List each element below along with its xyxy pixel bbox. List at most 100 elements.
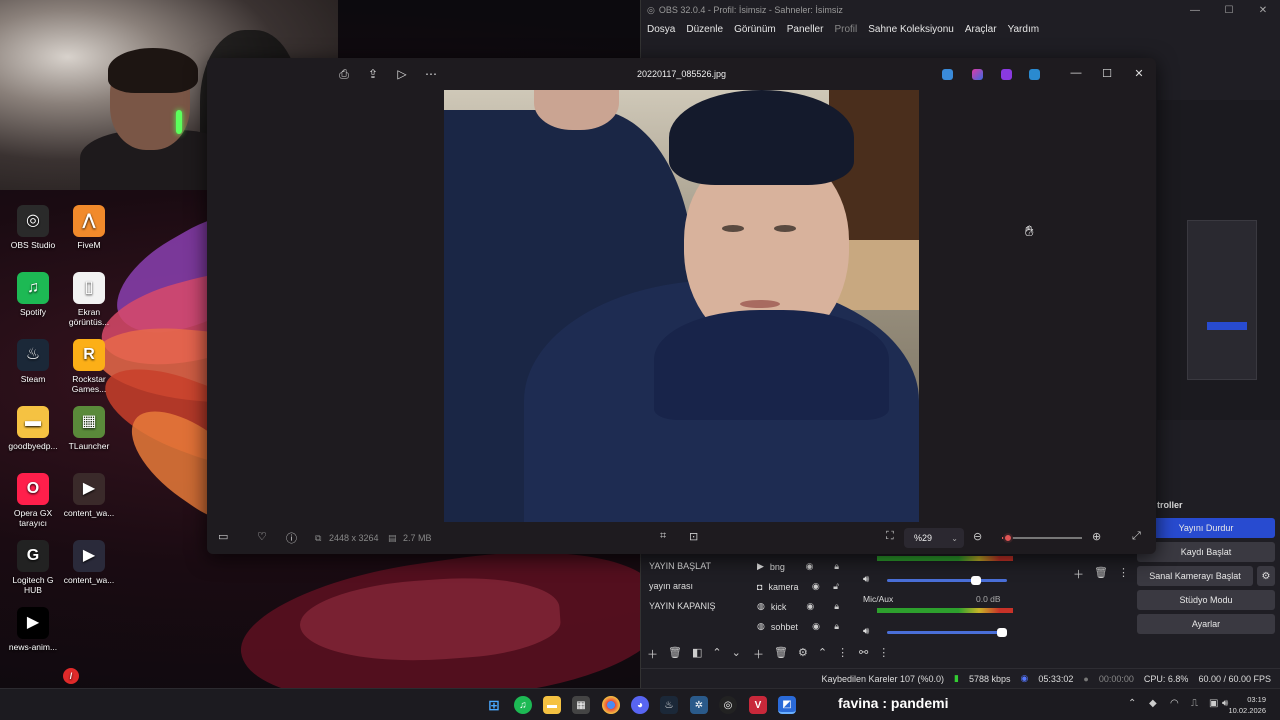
edit-app-icon[interactable] (942, 69, 953, 80)
up-icon[interactable]: ⌃ (818, 646, 827, 662)
menu-duzenle[interactable]: Düzenle (686, 24, 723, 35)
network-icon[interactable]: ▣ (1209, 698, 1218, 709)
speaker-icon[interactable]: 🔊︎ (863, 626, 869, 637)
zoom-slider[interactable] (1002, 533, 1082, 543)
text-recognition-icon[interactable]: ⊡ (689, 530, 698, 543)
maximize-button[interactable]: ☐ (1099, 67, 1115, 80)
scene-item[interactable]: yayın arası (649, 581, 693, 591)
zoom-slider-knob[interactable] (1003, 533, 1014, 543)
maximize-button[interactable]: ☐ (1212, 5, 1246, 16)
photo-image[interactable] (444, 90, 919, 522)
zoom-dropdown[interactable]: %29 ⌄ (904, 528, 964, 548)
mic-icon[interactable]: ⎍ (1191, 698, 1198, 709)
menu-sahne-koleksiyonu[interactable]: Sahne Koleksiyonu (868, 24, 954, 35)
chrome-icon[interactable] (602, 696, 620, 714)
slider-knob[interactable] (997, 628, 1007, 637)
desktop-icon[interactable]: ▦ TLauncher (62, 406, 116, 451)
menu-dosya[interactable]: Dosya (647, 24, 675, 35)
app-red-icon[interactable]: V (749, 696, 767, 714)
desktop-icon[interactable]: ▬ goodbyedp... (6, 406, 60, 451)
steam-taskbar-icon[interactable]: ♨ (660, 696, 678, 714)
lock-icon[interactable]: 🔒︎ (834, 601, 839, 612)
fit-window-icon[interactable]: ⛶ (886, 530, 894, 543)
speaker-icon[interactable]: 🔊︎ (863, 574, 869, 585)
desktop-icon[interactable]: ▯ Ekran görüntüs... (62, 272, 116, 327)
desktop-icon[interactable]: ▶ content_wa... (62, 540, 116, 585)
opera-small-icon[interactable]: / (62, 668, 80, 687)
desktop-icon[interactable]: ♨ Steam (6, 339, 60, 384)
add-icon[interactable]: ＋ (753, 646, 764, 662)
link-icon[interactable]: ⚯ (859, 646, 868, 659)
obs-taskbar-icon[interactable]: ◎ (719, 696, 737, 714)
menu-gorunum[interactable]: Görünüm (734, 24, 776, 35)
menu-profil[interactable]: Profil (834, 24, 857, 35)
mic-audio-slider[interactable] (887, 628, 1007, 637)
desktop-icon[interactable]: R Rockstar Games... (62, 339, 116, 394)
eye-icon[interactable]: ◉ (806, 601, 814, 612)
zoom-out-icon[interactable]: ⊖ (973, 530, 982, 543)
virtual-camera-settings-icon[interactable]: ⚙ (1257, 566, 1275, 586)
trash-icon[interactable]: 🗑︎ (668, 646, 682, 662)
desktop-icon[interactable]: ▶ news-anim... (6, 607, 60, 652)
fullscreen-icon[interactable]: ⤢ (1132, 530, 1141, 543)
store-icon[interactable]: ▦ (572, 696, 590, 714)
lock-icon[interactable]: 🔒︎ (834, 621, 839, 632)
onedrive-app-icon[interactable] (1029, 69, 1040, 80)
scene-item[interactable]: YAYIN BAŞLAT (649, 561, 711, 571)
source-item[interactable]: ◍ sohbet ◉ 🔒︎ (757, 621, 839, 632)
tray-app-icon[interactable]: ◆ (1149, 698, 1157, 709)
obs-preview[interactable] (1157, 100, 1280, 420)
source-item[interactable]: ◍ kick ◉ 🔒︎ (757, 601, 839, 612)
eye-icon[interactable]: ◉ (812, 581, 820, 592)
desktop-icon[interactable]: G Logitech G HUB (6, 540, 60, 595)
desktop-icon[interactable]: ♫ Spotify (6, 272, 60, 317)
add-icon[interactable]: ＋ (1073, 566, 1084, 582)
volume-icon[interactable]: 🔊︎ (1222, 698, 1228, 709)
up-icon[interactable]: ⌃ (712, 646, 721, 662)
settings-button[interactable]: Ayarlar (1137, 614, 1275, 634)
start-virtual-camera-button[interactable]: Sanal Kamerayı Başlat (1137, 566, 1253, 586)
menu-yardim[interactable]: Yardım (1008, 24, 1040, 35)
menu-paneller[interactable]: Paneller (787, 24, 824, 35)
start-recording-button[interactable]: Kaydı Başlat (1137, 542, 1275, 562)
gear-icon[interactable]: ⚙ (798, 646, 808, 662)
filter-icon[interactable]: ◧ (692, 646, 702, 662)
filmstrip-icon[interactable]: ▭ (218, 530, 228, 543)
slider-knob[interactable] (971, 576, 981, 585)
favorite-heart-icon[interactable]: ♡ (257, 530, 267, 543)
add-icon[interactable]: ＋ (647, 646, 658, 662)
studio-mode-button[interactable]: Stüdyo Modu (1137, 590, 1275, 610)
desktop-icon[interactable]: ◎ OBS Studio (6, 205, 60, 250)
tray-chevron-icon[interactable]: ⌃ (1128, 698, 1136, 709)
photos-taskbar-icon[interactable]: ◩ (778, 696, 796, 714)
down-icon[interactable]: ⌄ (732, 646, 741, 662)
scene-item[interactable]: YAYIN KAPANIŞ (649, 601, 716, 611)
more-icon[interactable]: ⋮ (837, 646, 848, 662)
file-explorer-icon[interactable]: ▬ (543, 696, 561, 714)
source-item[interactable]: ◘ kamera ◉ 🔓︎ (757, 581, 839, 592)
stop-stream-button[interactable]: Yayını Durdur (1137, 518, 1275, 538)
minimize-button[interactable]: — (1178, 5, 1212, 16)
menu-araclar[interactable]: Araçlar (965, 24, 997, 35)
lock-icon[interactable]: 🔒︎ (834, 561, 839, 572)
visual-search-icon[interactable]: ⌗ (660, 530, 666, 543)
designer-app-icon[interactable] (972, 69, 983, 80)
desktop-icon[interactable]: O Opera GX tarayıcı (6, 473, 60, 528)
eye-icon[interactable]: ◉ (812, 621, 820, 632)
info-icon[interactable]: ⓘ (286, 530, 297, 546)
network-app-icon[interactable]: ✲ (690, 696, 708, 714)
discord-icon[interactable]: ◕ (631, 696, 649, 714)
desktop-icon[interactable]: ▶ content_wa... (62, 473, 116, 518)
start-windows-icon[interactable]: ⊞ (485, 696, 503, 714)
source-item[interactable]: ▶ bng ◉ 🔒︎ (757, 561, 839, 572)
close-button[interactable]: ✕ (1246, 5, 1280, 16)
desktop-icon[interactable]: ⋀ FiveM (62, 205, 116, 250)
lock-icon[interactable]: 🔓︎ (833, 581, 839, 592)
more-icon[interactable]: ⋮ (878, 646, 889, 659)
system-clock[interactable]: 03:19 10.02.2026 (1228, 694, 1266, 716)
spotify-taskbar-icon[interactable]: ♫ (514, 696, 532, 714)
trash-icon[interactable]: 🗑︎ (1094, 566, 1108, 582)
close-button[interactable]: ✕ (1131, 67, 1147, 80)
minimize-button[interactable]: — (1068, 67, 1084, 79)
zoom-in-icon[interactable]: ⊕ (1092, 530, 1101, 543)
